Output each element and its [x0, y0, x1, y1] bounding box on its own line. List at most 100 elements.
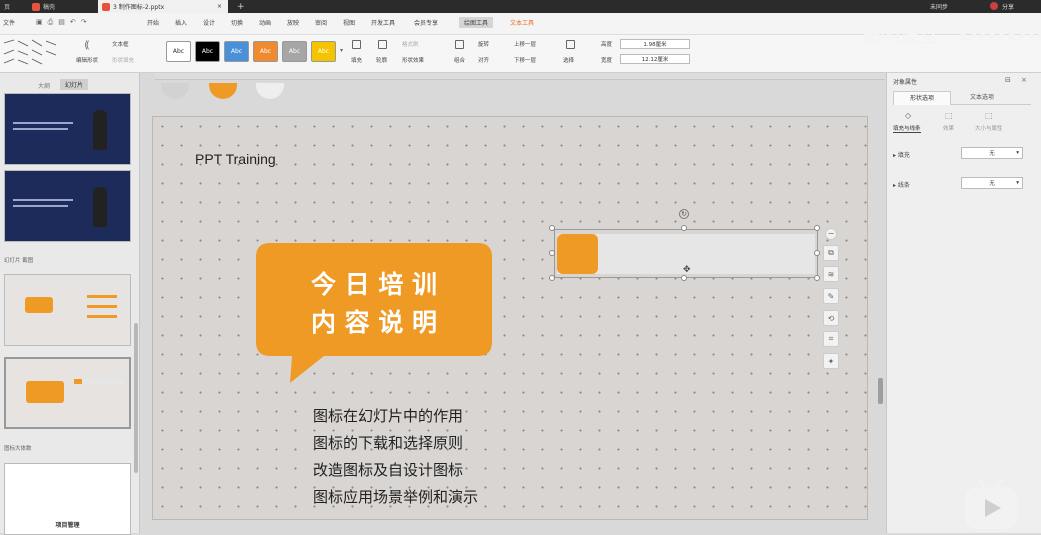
progress-bar-fill[interactable]: [557, 234, 598, 274]
tab-outline[interactable]: 大纲: [38, 81, 50, 90]
slide-thumbnail-5[interactable]: 项目管理: [4, 463, 131, 535]
fill-section-label[interactable]: ▸ 填充: [893, 150, 910, 159]
file-menu[interactable]: 文件: [3, 18, 15, 27]
property-panel: 对象属性 ⊟ × 形状选项 文本选项 ◇ 填充与线条 ⬚ 效果 ⬚ 大小与属性 …: [886, 73, 1041, 533]
presenter-figure: [93, 110, 107, 150]
thumbnail-scrollbar[interactable]: [134, 323, 138, 473]
align-button[interactable]: 对齐: [478, 56, 489, 64]
layout-options-icon[interactable]: ⧉: [823, 245, 839, 261]
style-expand-icon[interactable]: ▾: [340, 47, 343, 54]
tab-document[interactable]: 3 制作图标-2.pptx ×: [98, 0, 228, 13]
avatar[interactable]: [990, 2, 998, 10]
menu-drawing-tools[interactable]: 绘图工具: [459, 17, 494, 28]
ribbon-toolbar: ⟪ 编辑形状 文本框 形状填充 Abc Abc Abc Abc Abc Abc …: [0, 15, 1041, 73]
style-preset-white[interactable]: Abc: [166, 41, 191, 62]
resize-handle[interactable]: [814, 225, 820, 231]
outline-icon[interactable]: [378, 40, 387, 49]
fill-select[interactable]: 无 ▾: [961, 147, 1023, 159]
collapse-icon[interactable]: −: [825, 228, 837, 240]
edit-shape-button[interactable]: 编辑形状: [76, 56, 98, 64]
menu-devtools[interactable]: 开发工具: [371, 18, 395, 27]
menu-transition[interactable]: 切换: [231, 18, 243, 27]
new-tab-button[interactable]: +: [233, 0, 247, 13]
slide-thumbnail-4-selected[interactable]: [4, 357, 131, 429]
rotate-icon[interactable]: ⟲: [823, 310, 839, 326]
pin-icon[interactable]: ⊟: [1005, 76, 1011, 84]
bubble-mini: [25, 297, 53, 313]
menu-slideshow[interactable]: 放映: [287, 18, 299, 27]
menu-member[interactable]: 会员专享: [414, 18, 438, 27]
menu-insert[interactable]: 插入: [175, 18, 187, 27]
slide-thumbnail-1[interactable]: [4, 93, 131, 165]
line-section-label[interactable]: ▸ 线条: [893, 180, 910, 189]
magic-icon[interactable]: ✦: [823, 353, 839, 369]
slide-header[interactable]: PPT Training: [195, 151, 276, 167]
tab-slides[interactable]: 幻灯片: [60, 79, 89, 90]
close-icon[interactable]: ×: [1021, 76, 1027, 84]
select-icon[interactable]: [566, 40, 575, 49]
subtab-effects[interactable]: 效果: [943, 124, 954, 132]
resize-handle[interactable]: [814, 275, 820, 281]
style-preset-orange[interactable]: Abc: [253, 41, 278, 62]
tab-label: 页: [4, 4, 11, 11]
tab-text-options[interactable]: 文本选项: [953, 91, 1011, 105]
resize-handle[interactable]: [681, 275, 687, 281]
menu-start[interactable]: 开始: [147, 18, 159, 27]
shape-gallery-icon[interactable]: [2, 38, 60, 66]
tab-home[interactable]: 页: [0, 0, 28, 13]
style-preset-gray[interactable]: Abc: [282, 41, 307, 62]
rotate-handle-icon[interactable]: ↻: [679, 209, 689, 219]
sync-status[interactable]: 未同步: [930, 2, 948, 11]
section-label[interactable]: 幻灯片 截图: [4, 256, 33, 264]
send-backward-button[interactable]: 下移一层: [514, 56, 536, 64]
menu-animation[interactable]: 动画: [259, 18, 271, 27]
section-label[interactable]: 图标大体数: [4, 444, 32, 452]
outline-button[interactable]: 轮廓: [376, 56, 387, 64]
resize-handle[interactable]: [549, 250, 555, 256]
subtab-fill-line[interactable]: 填充与线条: [893, 124, 921, 133]
slide-thumbnail-3[interactable]: [4, 274, 131, 346]
fill-icon[interactable]: [352, 40, 361, 49]
subtab-size[interactable]: 大小与属性: [975, 124, 1003, 132]
menu-review[interactable]: 审阅: [315, 18, 327, 27]
size-icon[interactable]: ⬚: [985, 111, 993, 120]
slide[interactable]: PPT Training 今 日 培 训 内 容 说 明 图标在幻灯片中的作用 …: [152, 116, 868, 520]
pen-icon[interactable]: ✎: [823, 288, 839, 304]
slide-thumbnail-2[interactable]: [4, 170, 131, 242]
bullet-list[interactable]: 图标在幻灯片中的作用 图标的下载和选择原则 改造图标及自设计图标 图标应用场景举…: [313, 403, 478, 511]
effects-icon[interactable]: ⬚: [945, 111, 953, 120]
tab-shape-options[interactable]: 形状选项: [893, 91, 951, 105]
height-field[interactable]: 1.98厘米: [620, 39, 690, 49]
bring-forward-button[interactable]: 上移一层: [514, 40, 536, 48]
menu-view[interactable]: 视图: [343, 18, 355, 27]
edit-shape-icon[interactable]: ⟪: [84, 40, 93, 51]
rotate-button[interactable]: 旋转: [478, 40, 489, 48]
resize-handle[interactable]: [814, 250, 820, 256]
layers-icon[interactable]: ≋: [823, 266, 839, 282]
resize-handle[interactable]: [681, 225, 687, 231]
width-field[interactable]: 12.12厘米: [620, 54, 690, 64]
group-button[interactable]: 组合: [454, 56, 465, 64]
height-label: 高度: [601, 42, 613, 48]
fill-button[interactable]: 填充: [351, 56, 362, 64]
menu-text-tools[interactable]: 文本工具: [510, 18, 534, 27]
close-tab-icon[interactable]: ×: [217, 3, 222, 10]
resize-handle[interactable]: [549, 225, 555, 231]
style-preset-blue[interactable]: Abc: [224, 41, 249, 62]
line-select[interactable]: 无 ▾: [961, 177, 1023, 189]
style-preset-yellow[interactable]: Abc: [311, 41, 336, 62]
shape-effects-button[interactable]: 形状效果: [402, 56, 424, 64]
menu-design[interactable]: 设计: [203, 18, 215, 27]
quick-access-icons[interactable]: ▣⎙▤↶↷: [36, 18, 92, 27]
resize-handle[interactable]: [549, 275, 555, 281]
select-button[interactable]: 选择: [563, 56, 574, 64]
format-painter-button[interactable]: 格式刷: [402, 40, 419, 48]
share-button[interactable]: 分享: [1002, 2, 1014, 11]
canvas-scrollbar[interactable]: [878, 378, 883, 404]
crop-icon[interactable]: ⌗: [823, 331, 839, 347]
tab-straight[interactable]: 稿壳: [28, 0, 98, 13]
fill-line-icon[interactable]: ◇: [905, 111, 911, 120]
textbox-button[interactable]: 文本框: [112, 40, 129, 48]
group-icon[interactable]: [455, 40, 464, 49]
style-preset-black[interactable]: Abc: [195, 41, 220, 62]
